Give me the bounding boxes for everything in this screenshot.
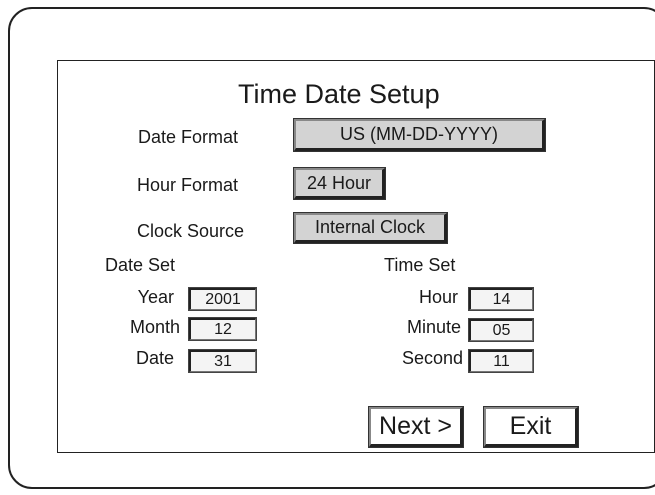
hour-format-value: 24 Hour: [306, 172, 372, 193]
exit-button[interactable]: Exit: [483, 406, 579, 448]
hour-value: 14: [492, 290, 511, 308]
time-date-setup-screen: Time Date Setup Date Format US (MM-DD-YY…: [57, 60, 655, 453]
date-format-value: US (MM-DD-YYYY): [340, 124, 498, 144]
hour-label: Hour: [418, 287, 458, 307]
year-label: Year: [137, 287, 174, 307]
year-field[interactable]: 2001: [188, 287, 257, 311]
second-field[interactable]: 11: [468, 349, 534, 373]
month-label: Month: [129, 317, 180, 337]
clock-source-button[interactable]: Internal Clock: [293, 212, 448, 244]
minute-field[interactable]: 05: [468, 318, 534, 342]
next-button[interactable]: Next >: [368, 406, 464, 448]
minute-value: 05: [492, 321, 511, 339]
clock-source-value: Internal Clock: [314, 217, 426, 237]
date-field[interactable]: 31: [188, 349, 257, 373]
hour-format-label: Hour Format: [137, 175, 239, 195]
month-value: 12: [214, 320, 232, 338]
clock-source-label: Clock Source: [137, 221, 245, 241]
second-value: 11: [493, 352, 510, 370]
month-field[interactable]: 12: [188, 317, 257, 341]
page-title: Time Date Setup: [238, 79, 440, 109]
date-format-label: Date Format: [138, 127, 239, 147]
hour-field[interactable]: 14: [468, 287, 534, 311]
hour-format-button[interactable]: 24 Hour: [293, 167, 386, 200]
time-set-heading: Time Set: [384, 255, 456, 275]
minute-label: Minute: [406, 317, 461, 337]
date-value: 31: [214, 352, 232, 370]
second-label: Second: [401, 348, 463, 368]
year-value: 2001: [205, 290, 241, 308]
next-button-label: Next >: [379, 412, 452, 440]
date-set-heading: Date Set: [105, 255, 176, 275]
date-format-button[interactable]: US (MM-DD-YYYY): [293, 118, 546, 152]
exit-button-label: Exit: [509, 412, 552, 440]
date-label: Date: [135, 348, 174, 368]
